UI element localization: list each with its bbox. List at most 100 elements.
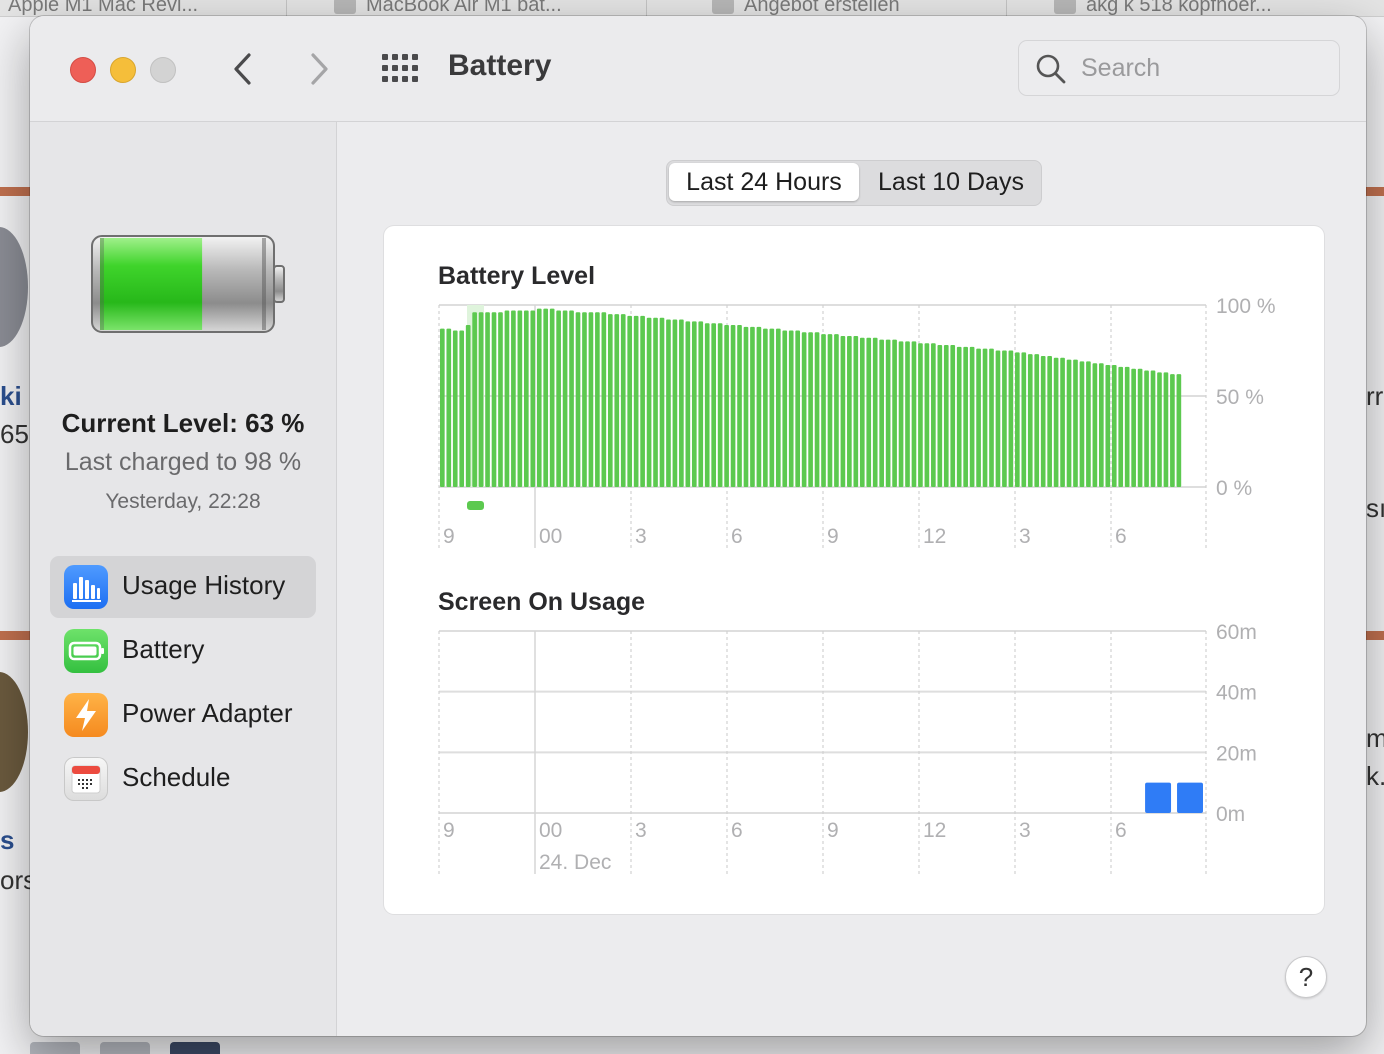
battery-level-bar bbox=[1157, 372, 1162, 487]
battery-level-bar bbox=[1053, 357, 1059, 487]
battery-level-bar bbox=[672, 319, 678, 487]
battery-level-bar bbox=[640, 315, 645, 487]
battery-icon bbox=[64, 629, 108, 673]
background-tab-label: Apple M1 Mac Revi... bbox=[8, 0, 199, 16]
duckduckgo-icon bbox=[1054, 0, 1076, 14]
sidebar-item-label: Usage History bbox=[122, 570, 286, 600]
battery-level-bar bbox=[679, 319, 684, 487]
battery-level-bar bbox=[1137, 368, 1143, 487]
segment-last-24-hours[interactable]: Last 24 Hours bbox=[669, 163, 859, 201]
x-tick-label: 12 bbox=[923, 525, 946, 548]
battery-level-bar bbox=[1034, 354, 1040, 487]
x-tick-label: 3 bbox=[1019, 819, 1031, 842]
background-dock-item bbox=[100, 1042, 150, 1054]
grid-icon bbox=[382, 54, 418, 82]
search-input[interactable] bbox=[1079, 50, 1323, 86]
battery-level-bar bbox=[595, 312, 600, 487]
background-tab-2[interactable]: MacBook Air M1 bat... bbox=[334, 0, 562, 16]
battery-level-bar bbox=[588, 312, 594, 487]
usage-history-panel: Battery Level 100 % 50 % 0 % 9 00 3 6 9 12 3 6 Scr… bbox=[384, 226, 1324, 914]
battery-level-bar bbox=[465, 325, 471, 487]
x-tick-label: 00 bbox=[539, 819, 562, 842]
zoom-window-button[interactable] bbox=[150, 57, 176, 83]
sidebar-item-usage-history[interactable]: Usage History bbox=[50, 556, 316, 618]
battery-level-bar bbox=[575, 312, 581, 487]
y-tick-label: 50 % bbox=[1216, 386, 1264, 409]
sidebar-item-battery[interactable]: Battery bbox=[50, 620, 316, 682]
calendar-icon bbox=[64, 757, 108, 801]
battery-level-bar bbox=[724, 325, 729, 487]
battery-level-bar bbox=[859, 337, 865, 487]
x-tick-label: 12 bbox=[923, 819, 946, 842]
battery-level-bar bbox=[569, 310, 574, 487]
y-tick-label: 20m bbox=[1216, 742, 1257, 765]
minimize-window-button[interactable] bbox=[110, 57, 136, 83]
x-tick-label: 9 bbox=[443, 525, 455, 548]
battery-level-bar bbox=[1099, 363, 1104, 487]
sidebar-item-schedule[interactable]: Schedule bbox=[50, 748, 316, 810]
battery-level-bar bbox=[614, 314, 620, 487]
battery-level-bar bbox=[1002, 350, 1007, 487]
segment-last-10-days[interactable]: Last 10 Days bbox=[863, 163, 1039, 201]
battery-level-bar bbox=[989, 348, 994, 487]
battery-level-bar bbox=[1047, 355, 1052, 487]
close-window-button[interactable] bbox=[70, 57, 96, 83]
battery-level-bar bbox=[853, 335, 859, 487]
window-title: Battery bbox=[448, 49, 552, 82]
background-tab-1[interactable]: Apple M1 Mac Revi... bbox=[8, 0, 198, 16]
back-button[interactable] bbox=[224, 49, 264, 89]
background-avatar bbox=[0, 227, 28, 347]
background-text: 65 bbox=[0, 419, 29, 449]
battery-level-bar bbox=[775, 328, 781, 487]
battery-level-bar bbox=[653, 317, 658, 487]
battery-level-bar bbox=[905, 341, 910, 487]
background-text: rr bbox=[1366, 381, 1384, 411]
battery-level-bar bbox=[1144, 370, 1149, 487]
sidebar-item-power-adapter[interactable]: Power Adapter bbox=[50, 684, 316, 746]
bar-chart-icon bbox=[64, 565, 108, 609]
battery-level-bar bbox=[691, 321, 697, 487]
battery-level-bar bbox=[885, 339, 891, 487]
battery-level-bar bbox=[1027, 354, 1033, 487]
battery-level-bar bbox=[517, 310, 523, 487]
document-icon bbox=[712, 0, 734, 14]
battery-level-bar bbox=[646, 317, 652, 487]
x-tick-label: 6 bbox=[1115, 819, 1127, 842]
battery-level-bar bbox=[847, 335, 852, 487]
background-tab-4[interactable]: akg k 518 kopfhoer... bbox=[1054, 0, 1272, 16]
battery-level-bar bbox=[924, 343, 930, 487]
battery-level-bar bbox=[1021, 352, 1027, 487]
tab-divider bbox=[646, 0, 647, 16]
battery-level-bar bbox=[459, 330, 465, 487]
battery-level-bar bbox=[659, 317, 665, 487]
background-text: ki bbox=[0, 381, 22, 411]
battery-level-bar bbox=[788, 330, 794, 487]
current-level-label: Current Level: 63 % bbox=[61, 408, 305, 438]
battery-level-bar bbox=[827, 334, 833, 487]
battery-level-bar bbox=[556, 310, 561, 487]
help-button[interactable]: ? bbox=[1285, 956, 1327, 998]
battery-level-bar bbox=[607, 314, 613, 487]
background-dock-item bbox=[30, 1042, 80, 1054]
charging-marker bbox=[467, 501, 484, 510]
battery-level-bar bbox=[1008, 350, 1014, 487]
battery-level-bar bbox=[620, 314, 626, 487]
x-tick-label: 3 bbox=[1019, 525, 1031, 548]
search-field[interactable] bbox=[1018, 40, 1340, 96]
lightning-icon bbox=[64, 693, 108, 737]
battery-level-bar bbox=[1092, 363, 1098, 487]
search-icon bbox=[1036, 54, 1066, 84]
battery-level-bar bbox=[446, 328, 452, 487]
show-all-preferences-button[interactable] bbox=[380, 53, 420, 83]
battery-level-bar bbox=[1015, 352, 1020, 487]
background-dock-item bbox=[170, 1042, 220, 1054]
forward-button[interactable] bbox=[298, 49, 338, 89]
background-browser-tabbar: Apple M1 Mac Revi... MacBook Air M1 bat.… bbox=[0, 0, 1384, 17]
battery-level-bar bbox=[956, 346, 962, 487]
battery-level-bar bbox=[918, 343, 923, 487]
background-tab-3[interactable]: Angebot erstellen bbox=[712, 0, 900, 16]
background-text: s bbox=[0, 825, 15, 855]
sidebar-item-label: Power Adapter bbox=[122, 698, 293, 728]
battery-level-bar bbox=[1105, 365, 1111, 487]
battery-level-bar bbox=[840, 335, 846, 487]
